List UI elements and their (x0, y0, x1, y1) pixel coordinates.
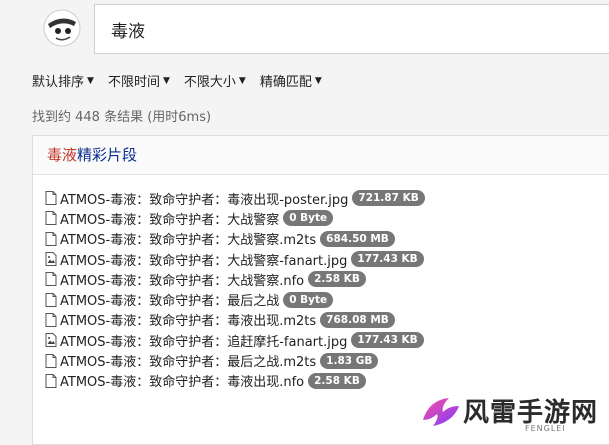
file-name[interactable]: ATMOS-毒液：致命守护者：最后之战 (60, 290, 279, 309)
file-name[interactable]: ATMOS-毒液：致命守护者：毒液出现.m2ts (60, 310, 316, 329)
image-icon (45, 252, 57, 267)
caret-down-icon: ▼ (87, 75, 94, 86)
file-name[interactable]: ATMOS-毒液：致命守护者：毒液出现.nfo (60, 371, 304, 390)
file-icon (45, 292, 57, 307)
caret-down-icon: ▼ (238, 75, 246, 86)
file-icon (45, 191, 57, 206)
sort-filter-dropdown[interactable]: 默认排序 ▼ (32, 71, 94, 90)
file-list: ATMOS-毒液：致命守护者：毒液出现-poster.jpg 721.87 KB A… (45, 188, 425, 391)
panel-title-highlight: 毒液 (47, 146, 78, 164)
result-stats: 找到约 448 条结果 (用时6ms) (32, 110, 212, 125)
file-icon (45, 231, 57, 246)
file-row[interactable]: ATMOS-毒液：致命守护者：毒液出现-poster.jpg 721.87 KB (45, 188, 425, 208)
file-row[interactable]: ATMOS-毒液：致命守护者：最后之战.m2ts 1.83 GB (45, 350, 425, 370)
filter-bar: 默认排序 ▼ 不限时间 ▼ 不限大小 ▼ 精确匹配 ▼ (32, 71, 322, 90)
file-name[interactable]: ATMOS-毒液：致命守护者：大战警察.nfo (60, 270, 304, 289)
watermark-logo-icon (423, 398, 459, 426)
file-name[interactable]: ATMOS-毒液：致命守护者：大战警察 (60, 209, 279, 228)
file-size-badge: 2.58 KB (308, 271, 366, 288)
file-row[interactable]: ATMOS-毒液：致命守护者：最后之战 0 Byte (45, 289, 425, 309)
sort-filter-label: 默认排序 (32, 75, 85, 90)
file-icon (45, 312, 57, 327)
file-name[interactable]: ATMOS-毒液：致命守护者：大战警察-fanart.jpg (60, 250, 347, 269)
file-icon (45, 373, 57, 388)
image-icon (45, 333, 57, 348)
file-row[interactable]: ATMOS-毒液：致命守护者：毒液出现.nfo 2.58 KB (45, 371, 425, 391)
time-filter-label: 不限时间 (107, 75, 160, 90)
file-size-badge: 1.83 GB (320, 352, 379, 369)
match-filter-dropdown[interactable]: 精确匹配 ▼ (260, 71, 322, 90)
caret-down-icon: ▼ (162, 75, 170, 86)
file-size-badge: 2.58 KB (308, 372, 366, 389)
file-name[interactable]: ATMOS-毒液：致命守护者：最后之战.m2ts (60, 351, 316, 370)
panel-title-rest: 精彩片段 (77, 146, 138, 164)
file-name[interactable]: ATMOS-毒液：致命守护者：毒液出现-poster.jpg (60, 189, 348, 208)
file-row[interactable]: ATMOS-毒液：致命守护者：毒液出现.m2ts 768.08 MB (45, 310, 425, 330)
file-icon (45, 353, 57, 368)
size-filter-dropdown[interactable]: 不限大小 ▼ (184, 71, 246, 90)
file-name[interactable]: ATMOS-毒液：致命守护者：大战警察.m2ts (60, 229, 316, 248)
caret-down-icon: ▼ (314, 75, 322, 86)
file-size-badge: 721.87 KB (352, 190, 425, 207)
watermark: 风雷手游网 FENGLEI (415, 388, 609, 438)
size-filter-label: 不限大小 (183, 75, 236, 90)
file-size-badge: 177.43 KB (351, 251, 424, 268)
file-size-badge: 0 Byte (283, 291, 334, 308)
file-size-badge: 768.08 MB (320, 311, 395, 328)
time-filter-dropdown[interactable]: 不限时间 ▼ (108, 71, 170, 90)
file-name[interactable]: ATMOS-毒液：致命守护者：追赶摩托-fanart.jpg (60, 331, 347, 350)
file-icon (45, 211, 57, 226)
search-input[interactable] (95, 5, 609, 53)
watermark-subtext: FENGLEI (525, 424, 566, 433)
file-row[interactable]: ATMOS-毒液：致命守护者：大战警察.nfo 2.58 KB (45, 269, 425, 289)
file-size-badge: 177.43 KB (351, 332, 424, 349)
file-row[interactable]: ATMOS-毒液：致命守护者：追赶摩托-fanart.jpg 177.43 KB (45, 330, 425, 350)
file-size-badge: 0 Byte (283, 210, 334, 227)
file-size-badge: 684.50 MB (320, 230, 395, 247)
file-row[interactable]: ATMOS-毒液：致命守护者：大战警察 0 Byte (45, 208, 425, 228)
search-box[interactable] (94, 4, 609, 54)
file-row[interactable]: ATMOS-毒液：致命守护者：大战警察-fanart.jpg 177.43 KB (45, 249, 425, 269)
site-logo[interactable] (40, 6, 84, 50)
file-row[interactable]: ATMOS-毒液：致命守护者：大战警察.m2ts 684.50 MB (45, 229, 425, 249)
panel-title[interactable]: 毒液精彩片段 (33, 136, 609, 175)
file-icon (45, 272, 57, 287)
match-filter-label: 精确匹配 (259, 75, 312, 90)
